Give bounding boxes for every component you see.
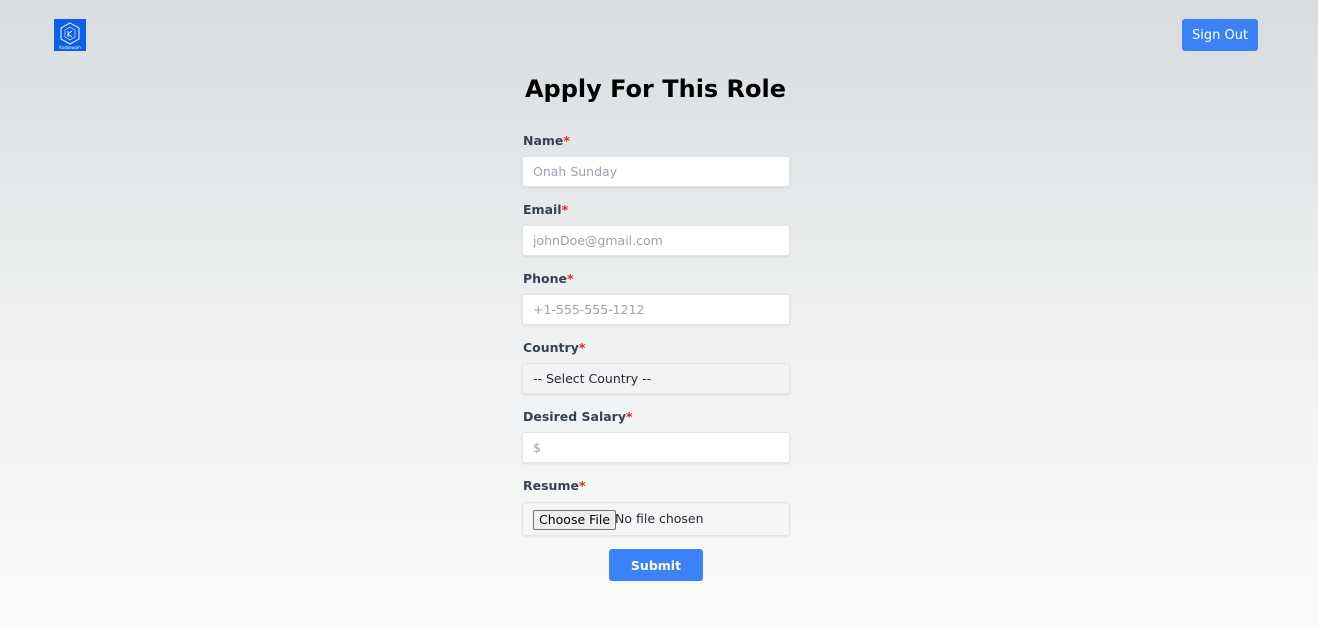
required-marker: * bbox=[567, 271, 574, 286]
phone-label-text: Phone bbox=[523, 271, 568, 286]
required-marker: * bbox=[563, 133, 570, 148]
submit-button[interactable]: Submit bbox=[609, 549, 703, 581]
salary-label: Desired Salary* bbox=[523, 409, 633, 425]
salary-label-text: Desired Salary bbox=[523, 409, 626, 424]
phone-label: Phone* bbox=[523, 271, 574, 287]
resume-label-text: Resume bbox=[523, 478, 579, 493]
salary-input[interactable] bbox=[522, 432, 790, 463]
required-marker: * bbox=[578, 478, 586, 493]
choose-file-button[interactable]: Choose File bbox=[533, 510, 617, 530]
sign-out-button[interactable]: Sign Out bbox=[1182, 19, 1258, 51]
name-label: Name* bbox=[523, 133, 570, 149]
resume-label: Resume* bbox=[523, 478, 586, 494]
required-marker: * bbox=[578, 340, 586, 355]
logo-text: Kudoswam bbox=[59, 45, 81, 50]
phone-input[interactable] bbox=[522, 294, 790, 325]
email-label: Email* bbox=[523, 202, 568, 218]
country-select[interactable]: -- Select Country -- bbox=[522, 363, 790, 394]
country-label-text: Country bbox=[523, 340, 579, 355]
name-input[interactable] bbox=[522, 156, 790, 187]
required-marker: * bbox=[626, 409, 633, 424]
name-label-text: Name bbox=[523, 133, 564, 148]
file-status: No file chosen bbox=[615, 511, 704, 526]
country-label: Country* bbox=[523, 340, 585, 356]
resume-file-input[interactable]: Choose File No file chosen bbox=[522, 502, 790, 536]
page-title: Apply For This Role bbox=[524, 75, 787, 103]
logo-icon[interactable]: Kudoswam bbox=[54, 19, 86, 51]
required-marker: * bbox=[561, 202, 569, 217]
email-input[interactable] bbox=[522, 225, 790, 256]
email-label-text: Email bbox=[523, 202, 562, 217]
